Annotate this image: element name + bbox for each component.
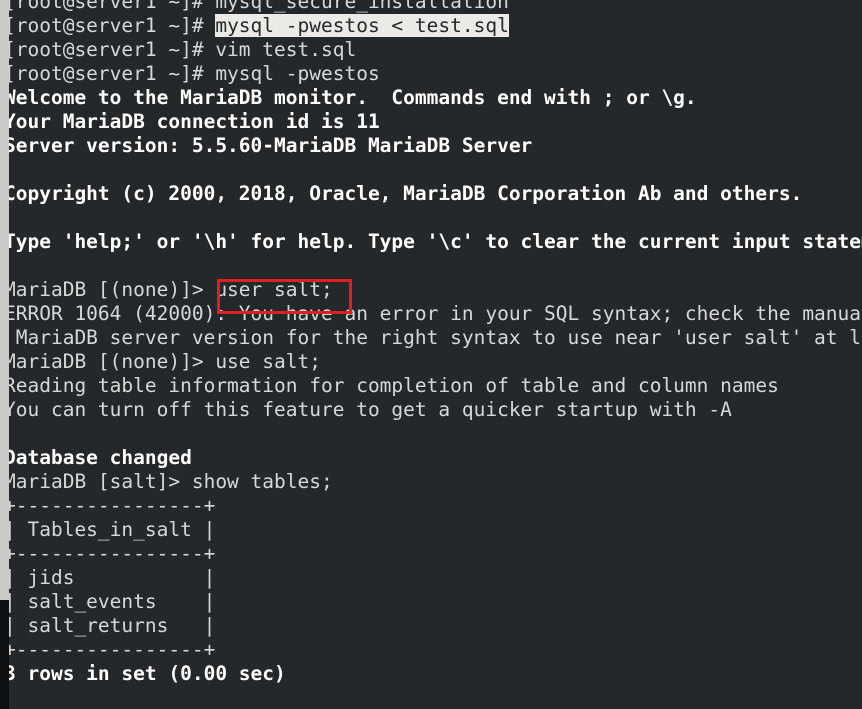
terminal-line: MariaDB [(none)]> use salt; (4, 350, 321, 373)
terminal-scrollbar[interactable] (0, 0, 9, 709)
terminal-line: MariaDB [salt]> show tables; (4, 470, 333, 493)
terminal-line: | jids | (4, 566, 216, 589)
terminal-line: [root@server1 ~]# mysql -pwestos (4, 62, 380, 85)
terminal-line: +----------------+ (4, 638, 216, 661)
scrollbar-lower-track[interactable] (0, 600, 9, 709)
terminal-line: MariaDB [(none)]> user salt; (4, 278, 333, 301)
terminal-line: Your MariaDB connection id is 11 (4, 110, 380, 133)
terminal-line: [root@server1 ~]# mysql_secure_installat… (4, 0, 509, 13)
terminal-line: Copyright (c) 2000, 2018, Oracle, MariaD… (4, 182, 803, 205)
terminal-line: +----------------+ (4, 542, 216, 565)
scrollbar-thumb[interactable] (0, 0, 9, 600)
terminal-line: Reading table information for completion… (4, 374, 779, 397)
terminal-line: [root@server1 ~]# vim test.sql (4, 38, 357, 61)
terminal-line: | Tables_in_salt | (4, 518, 216, 541)
terminal-line: | salt_returns | (4, 614, 216, 637)
terminal-line: ERROR 1064 (42000): You have an error in… (4, 302, 862, 325)
terminal-line: | salt_events | (4, 590, 216, 613)
terminal-line: Database changed (4, 446, 192, 469)
terminal-line: You can turn off this feature to get a q… (4, 398, 732, 421)
terminal-line: +----------------+ (4, 494, 216, 517)
terminal-line: MariaDB server version for the right syn… (4, 326, 862, 349)
terminal-window[interactable]: [root@server1 ~]# mysql_secure_installat… (0, 0, 862, 709)
terminal-output-area[interactable]: [root@server1 ~]# mysql_secure_installat… (0, 0, 862, 686)
selected-command-text[interactable]: mysql -pwestos < test.sql (215, 14, 509, 37)
terminal-line: Server version: 5.5.60-MariaDB MariaDB S… (4, 134, 533, 157)
terminal-line: Type 'help;' or '\h' for help. Type '\c'… (4, 230, 862, 253)
terminal-line: [root@server1 ~]# mysql -pwestos < test.… (0, 14, 862, 38)
terminal-line: 3 rows in set (0.00 sec) (4, 662, 286, 685)
terminal-line: Welcome to the MariaDB monitor. Commands… (4, 86, 697, 109)
shell-prompt: [root@server1 ~]# (4, 14, 216, 37)
